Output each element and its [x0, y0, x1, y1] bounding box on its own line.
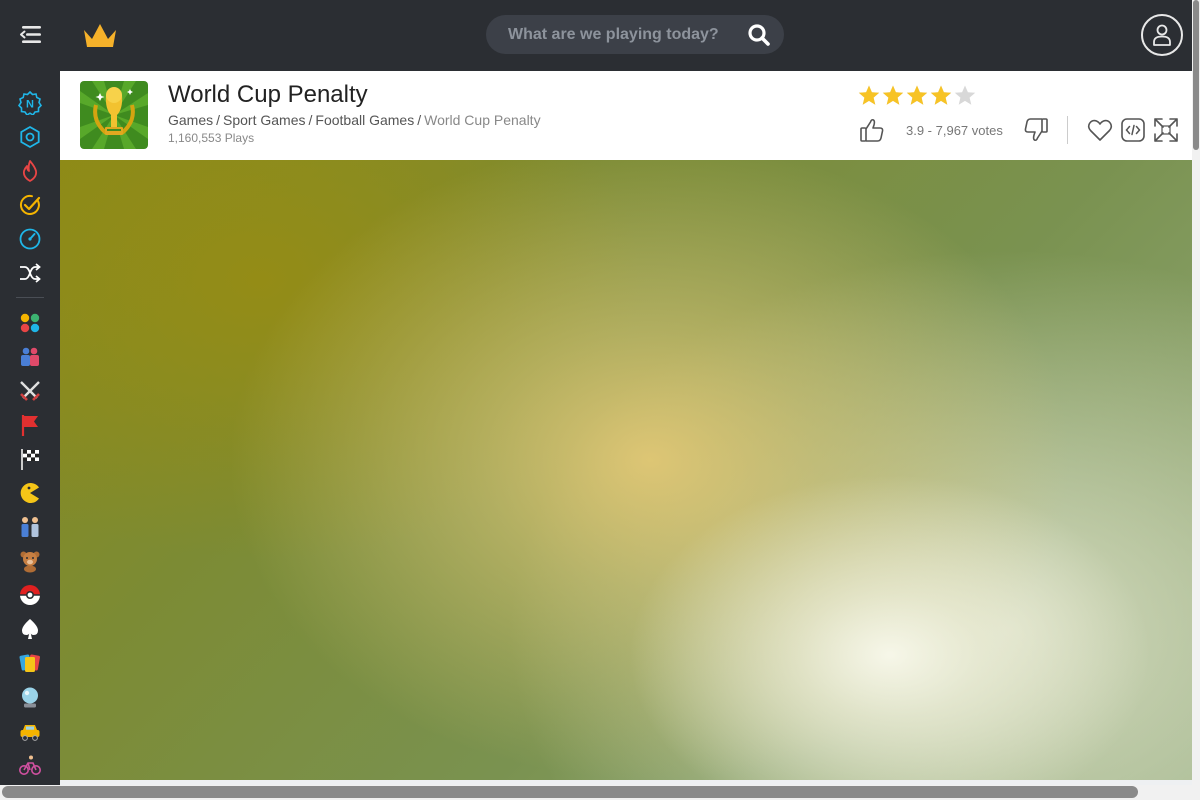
breadcrumb-separator: / — [308, 112, 313, 128]
breadcrumb-current: World Cup Penalty — [424, 112, 541, 128]
game-title: World Cup Penalty — [168, 81, 368, 108]
taxi-icon[interactable] — [18, 719, 42, 743]
sidebar-divider — [16, 297, 44, 298]
search-input[interactable] — [506, 24, 746, 45]
rating-star[interactable] — [905, 84, 929, 108]
world-cup-trophy-icon[interactable] — [80, 81, 148, 149]
cards-icon[interactable] — [18, 651, 42, 675]
star-rating[interactable] — [857, 84, 977, 108]
pacman-icon[interactable] — [18, 481, 42, 505]
fullscreen-icon[interactable] — [1153, 117, 1179, 143]
rating-star[interactable] — [953, 84, 977, 108]
svg-text:N: N — [26, 99, 34, 111]
rating-star[interactable] — [929, 84, 953, 108]
spade-icon[interactable] — [18, 617, 42, 641]
user-icon[interactable] — [1141, 14, 1183, 56]
crown-icon[interactable] — [80, 18, 120, 52]
votes-count: 3.9 - 7,967 votes — [906, 123, 1003, 138]
game-header: World Cup Penalty Games / Sport Games / Foot… — [60, 71, 1192, 160]
breadcrumb-sport-games[interactable]: Sport Games — [223, 112, 305, 128]
search-bar — [486, 15, 784, 54]
top-bar — [0, 0, 1200, 71]
racing-flag-icon[interactable] — [18, 447, 42, 471]
two-player-icon[interactable] — [18, 345, 42, 369]
completed-check-icon[interactable] — [18, 193, 42, 217]
horizontal-scrollbar-thumb[interactable] — [2, 786, 1138, 798]
updated-games-icon[interactable] — [18, 125, 42, 149]
vertical-scrollbar-thumb[interactable] — [1193, 0, 1199, 150]
embed-code-icon[interactable] — [1120, 117, 1146, 143]
bicycle-icon[interactable] — [18, 753, 42, 777]
breadcrumb: Games / Sport Games / Football Games / World C… — [168, 112, 541, 128]
thumbs-up-icon[interactable] — [858, 116, 886, 144]
menu-collapse-icon[interactable] — [16, 20, 46, 50]
all-categories-icon[interactable] — [18, 311, 42, 335]
search-icon[interactable] — [746, 22, 772, 48]
game-canvas[interactable] — [60, 160, 1192, 780]
pokeball-icon[interactable] — [18, 583, 42, 607]
speedometer-icon[interactable] — [18, 227, 42, 251]
couple-icon[interactable] — [18, 515, 42, 539]
crystal-ball-icon[interactable] — [18, 685, 42, 709]
actions-divider — [1067, 116, 1068, 144]
shuffle-icon[interactable] — [18, 261, 42, 285]
teddy-bear-icon[interactable] — [18, 549, 42, 573]
heart-icon[interactable] — [1086, 116, 1114, 144]
breadcrumb-football-games[interactable]: Football Games — [315, 112, 414, 128]
play-count: 1,160,553 Plays — [168, 131, 255, 145]
rating-star[interactable] — [881, 84, 905, 108]
rating-star[interactable] — [857, 84, 881, 108]
breadcrumb-games[interactable]: Games — [168, 112, 213, 128]
hot-games-icon[interactable] — [18, 159, 42, 183]
breadcrumb-separator: / — [216, 112, 221, 128]
new-games-icon[interactable]: N — [18, 91, 42, 115]
flag-icon[interactable] — [18, 413, 42, 437]
swords-icon[interactable] — [18, 379, 42, 403]
sidebar: N — [0, 71, 60, 785]
thumbs-down-icon[interactable] — [1022, 116, 1050, 144]
breadcrumb-separator: / — [417, 112, 422, 128]
